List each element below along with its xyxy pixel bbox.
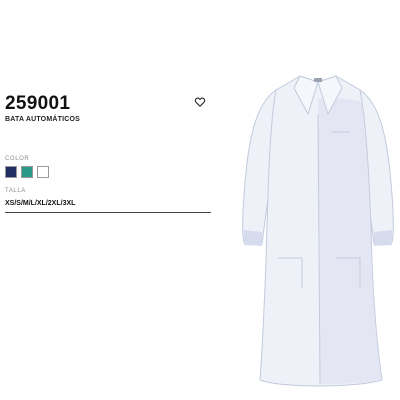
left-cuff — [244, 230, 262, 246]
right-cuff — [374, 230, 392, 246]
neck-label — [314, 78, 322, 82]
heart-outline-icon — [194, 97, 206, 107]
wishlist-button[interactable] — [194, 95, 206, 107]
swatch-white[interactable] — [37, 166, 49, 178]
color-swatches — [5, 166, 49, 178]
size-label: TALLA — [5, 188, 26, 194]
swatch-green[interactable] — [21, 166, 33, 178]
product-code: 259001 — [5, 93, 71, 114]
color-label: COLOR — [5, 156, 30, 162]
product-name: BATA AUTOMÁTICOS — [5, 116, 81, 123]
size-options[interactable]: XS/S/M/L/XL/2XL/3XL — [5, 200, 75, 207]
swatch-navy[interactable] — [5, 166, 17, 178]
product-image — [242, 75, 394, 387]
divider — [5, 212, 211, 213]
